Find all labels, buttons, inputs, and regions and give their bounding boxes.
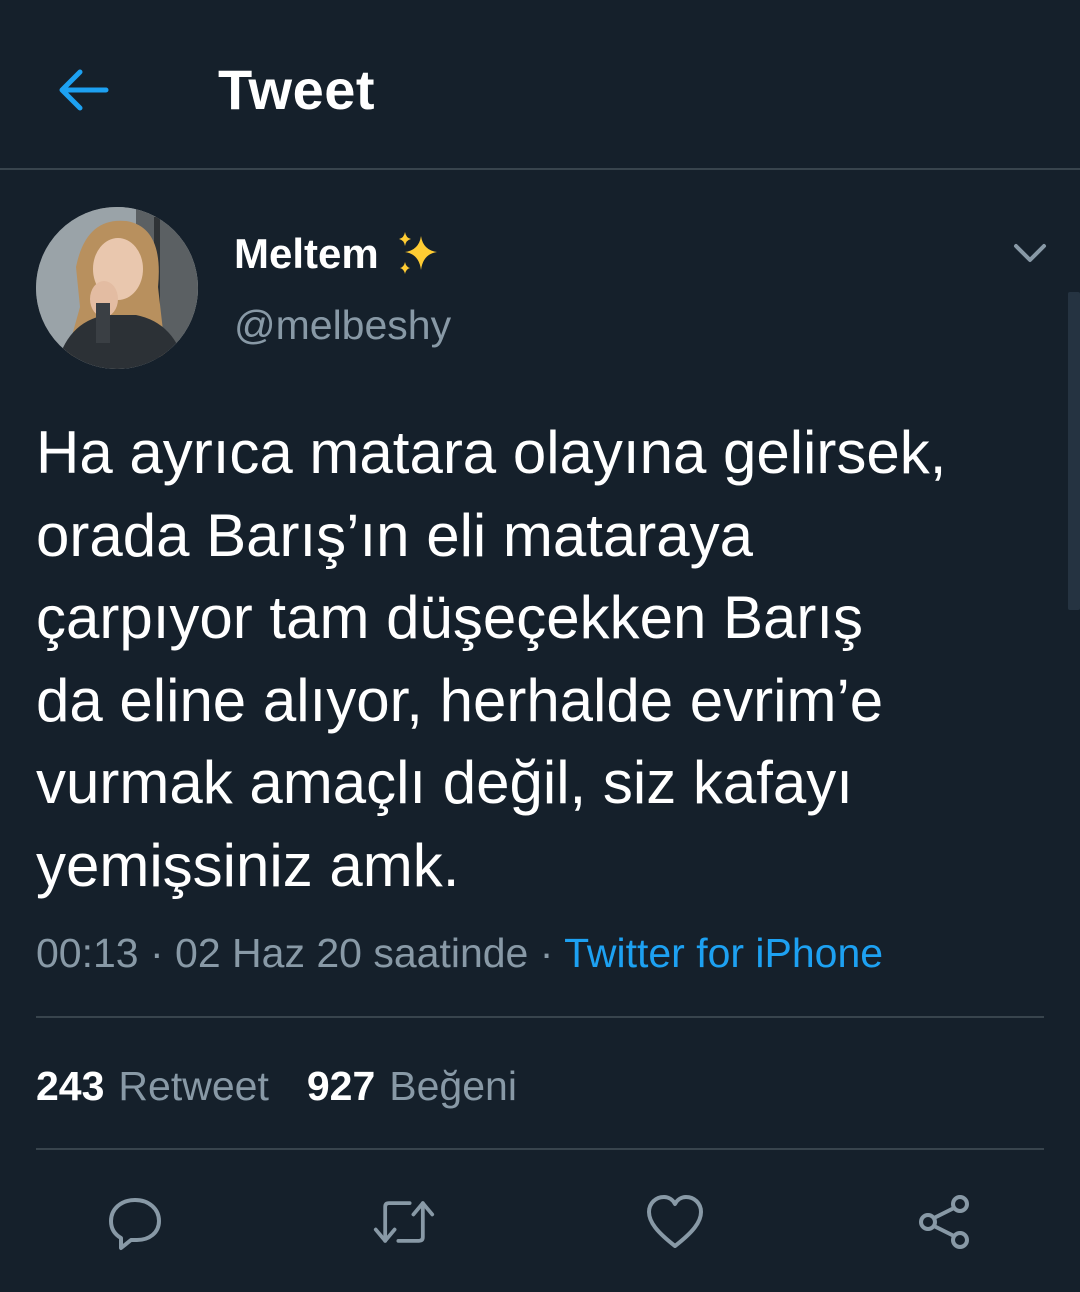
tweet-meta: 00:13 · 02 Haz 20 saatinde · Twitter for…	[36, 925, 883, 981]
author-name-row[interactable]: Meltem	[234, 224, 445, 284]
meta-separator: ·	[138, 930, 176, 976]
tweet-text: Ha ayrıca matara olayına gelirsek, orada…	[36, 419, 947, 899]
heart-icon	[647, 1195, 703, 1248]
retweets-count: 243	[36, 1063, 105, 1109]
retweets-stat[interactable]: 243 Retweet	[36, 1058, 269, 1114]
reply-icon	[109, 1198, 161, 1250]
tweet-source-link[interactable]: Twitter for iPhone	[564, 930, 883, 976]
meta-separator: ·	[528, 930, 565, 976]
likes-label: Beğeni	[389, 1063, 517, 1109]
like-button[interactable]	[643, 1190, 707, 1254]
sparkles-icon	[393, 228, 445, 280]
top-bar: Tweet	[0, 0, 1080, 170]
reply-button[interactable]	[103, 1190, 167, 1254]
arrow-left-icon	[59, 69, 109, 111]
tweet-detail-screen: Tweet Meltem @melbeshy Ha ayrıca matara …	[0, 0, 1080, 1292]
divider	[36, 1016, 1044, 1018]
likes-count: 927	[306, 1063, 376, 1109]
likes-stat[interactable]: 927 Beğeni	[307, 1058, 517, 1114]
share-button[interactable]	[912, 1190, 976, 1254]
tweet-date: 02 Haz 20 saatinde	[175, 930, 529, 976]
tweet-stats: 243 Retweet 927 Beğeni	[36, 1058, 555, 1114]
profile-photo	[36, 207, 198, 369]
retweet-icon	[373, 1201, 435, 1243]
retweets-label: Retweet	[118, 1063, 269, 1109]
tweet-options-button[interactable]	[1006, 228, 1054, 276]
avatar[interactable]	[36, 207, 198, 369]
author-handle[interactable]: @melbeshy	[234, 302, 451, 349]
chevron-down-icon	[1014, 244, 1046, 262]
back-button[interactable]	[52, 58, 116, 122]
author-display-name: Meltem	[234, 230, 379, 277]
tweet-time: 00:13	[36, 930, 139, 976]
page-title: Tweet	[218, 58, 376, 121]
share-icon	[919, 1195, 969, 1249]
scrollbar[interactable]	[1068, 292, 1080, 610]
retweet-button[interactable]	[372, 1190, 436, 1254]
divider	[36, 1148, 1044, 1150]
